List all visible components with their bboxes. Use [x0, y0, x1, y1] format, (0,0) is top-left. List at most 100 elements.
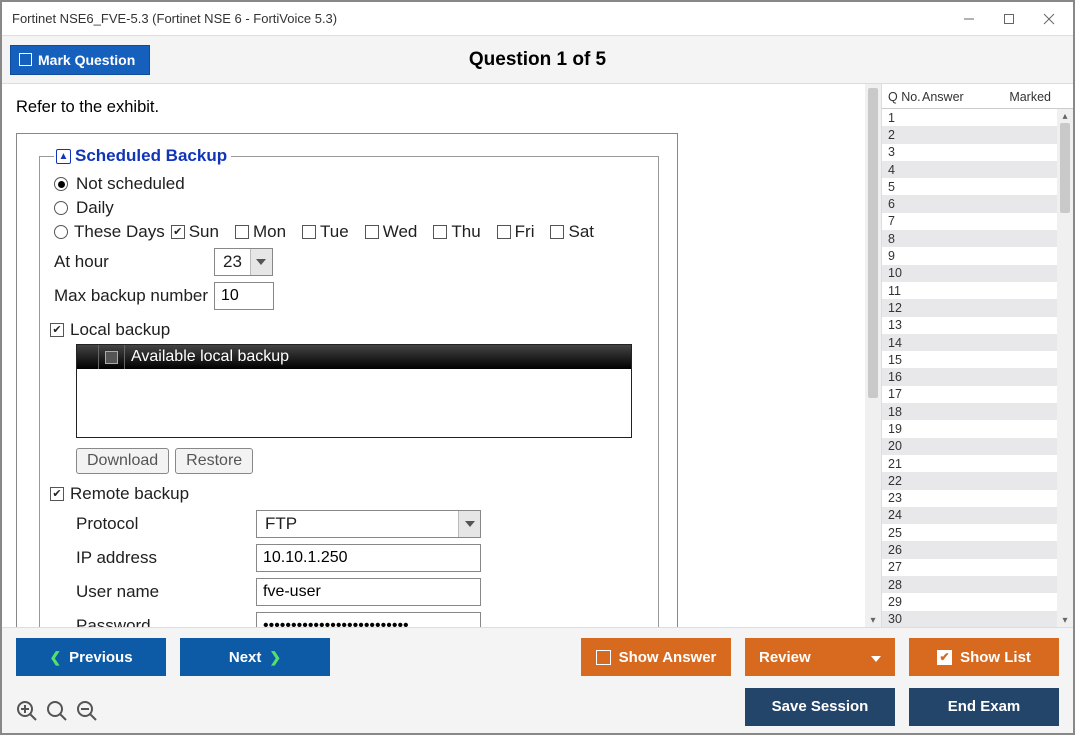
question-list-row[interactable]: 25: [882, 524, 1073, 541]
password-label: Password: [76, 616, 256, 627]
list-scrollbar[interactable]: ▴ ▾: [1057, 109, 1073, 627]
question-list-row[interactable]: 28: [882, 576, 1073, 593]
show-answer-button[interactable]: Show Answer: [581, 638, 731, 676]
day-sat[interactable]: Sat: [550, 222, 594, 242]
ip-row: IP address: [76, 544, 644, 572]
question-list-row[interactable]: 20: [882, 438, 1073, 455]
question-list-row[interactable]: 26: [882, 541, 1073, 558]
zoom-controls: [16, 700, 98, 727]
review-dropdown[interactable]: Review: [745, 638, 895, 676]
ip-label: IP address: [76, 548, 256, 568]
checkbox-icon: [50, 487, 64, 501]
scroll-thumb[interactable]: [868, 88, 878, 398]
ip-input[interactable]: [256, 544, 481, 572]
question-list-row[interactable]: 9: [882, 247, 1073, 264]
option-not-scheduled[interactable]: Not scheduled: [54, 174, 644, 194]
question-list-row[interactable]: 16: [882, 368, 1073, 385]
question-list-row[interactable]: 8: [882, 230, 1073, 247]
option-label: These Days: [74, 222, 165, 242]
question-list-row[interactable]: 27: [882, 559, 1073, 576]
close-button[interactable]: [1029, 4, 1069, 34]
question-list-row[interactable]: 4: [882, 161, 1073, 178]
question-list-row[interactable]: 15: [882, 351, 1073, 368]
show-list-button[interactable]: ✔ Show List: [909, 638, 1059, 676]
question-list-row[interactable]: 24: [882, 507, 1073, 524]
question-list-row[interactable]: 11: [882, 282, 1073, 299]
question-list-row[interactable]: 10: [882, 265, 1073, 282]
scroll-up-icon[interactable]: ▴: [1057, 109, 1073, 123]
content-area: Refer to the exhibit. ▲ Scheduled Backup…: [2, 84, 1073, 627]
question-list-row[interactable]: 3: [882, 144, 1073, 161]
download-button[interactable]: Download: [76, 448, 169, 474]
question-list-row[interactable]: 21: [882, 455, 1073, 472]
checkbox-icon: [105, 351, 118, 364]
zoom-out-icon[interactable]: [76, 700, 98, 727]
question-list-row[interactable]: 6: [882, 195, 1073, 212]
scroll-down-icon[interactable]: ▾: [1057, 613, 1073, 627]
zoom-in-icon[interactable]: [16, 700, 38, 727]
day-fri[interactable]: Fri: [497, 222, 535, 242]
scroll-thumb[interactable]: [1060, 123, 1070, 213]
day-thu[interactable]: Thu: [433, 222, 480, 242]
day-wed[interactable]: Wed: [365, 222, 418, 242]
maximize-button[interactable]: [989, 4, 1029, 34]
next-button[interactable]: Next ❯: [180, 638, 330, 676]
scheduled-backup-fieldset: ▲ Scheduled Backup Not scheduled Daily: [39, 146, 659, 627]
checkbox-icon: [235, 225, 249, 239]
option-label: Not scheduled: [76, 174, 185, 194]
option-these-days[interactable]: [54, 225, 68, 239]
minimize-button[interactable]: [949, 4, 989, 34]
question-list-row[interactable]: 2: [882, 126, 1073, 143]
question-list-row[interactable]: 23: [882, 490, 1073, 507]
save-session-button[interactable]: Save Session: [745, 688, 895, 726]
question-counter: Question 1 of 5: [469, 49, 606, 71]
header-bar: Mark Question Question 1 of 5: [2, 36, 1073, 84]
day-sun[interactable]: Sun: [171, 222, 219, 242]
question-list-row[interactable]: 1: [882, 109, 1073, 126]
question-list-row[interactable]: 5: [882, 178, 1073, 195]
question-list-row[interactable]: 30: [882, 611, 1073, 627]
local-backup-toggle[interactable]: Local backup: [50, 320, 644, 340]
question-list-row[interactable]: 13: [882, 317, 1073, 334]
protocol-dropdown[interactable]: FTP: [256, 510, 481, 538]
col-qno: Q No.: [882, 90, 922, 104]
question-list-row[interactable]: 12: [882, 299, 1073, 316]
question-scrollbar[interactable]: ▴ ▾: [865, 84, 881, 627]
previous-button[interactable]: ❮ Previous: [16, 638, 166, 676]
username-input[interactable]: [256, 578, 481, 606]
table-header: Available local backup: [77, 345, 631, 369]
checkbox-icon: [497, 225, 511, 239]
question-list-row[interactable]: 29: [882, 593, 1073, 610]
checkbox-icon: [50, 323, 64, 337]
at-hour-dropdown[interactable]: 23: [214, 248, 273, 276]
password-input[interactable]: [256, 612, 481, 627]
question-intro: Refer to the exhibit.: [16, 98, 853, 117]
day-mon[interactable]: Mon: [235, 222, 286, 242]
chevron-down-icon: [458, 511, 480, 537]
day-tue[interactable]: Tue: [302, 222, 349, 242]
max-backup-row: Max backup number: [54, 282, 644, 310]
question-list-row[interactable]: 7: [882, 213, 1073, 230]
mark-question-button[interactable]: Mark Question: [10, 45, 150, 75]
option-daily[interactable]: Daily: [54, 198, 644, 218]
remote-backup-toggle[interactable]: Remote backup: [50, 484, 644, 504]
table-col-select[interactable]: [99, 345, 125, 369]
end-exam-button[interactable]: End Exam: [909, 688, 1059, 726]
question-list-row[interactable]: 14: [882, 334, 1073, 351]
username-row: User name: [76, 578, 644, 606]
question-list-row[interactable]: 18: [882, 403, 1073, 420]
question-list-row[interactable]: 22: [882, 472, 1073, 489]
radio-icon: [54, 177, 68, 191]
app-window: Fortinet NSE6_FVE-5.3 (Fortinet NSE 6 - …: [0, 0, 1075, 735]
checkbox-icon: [365, 225, 379, 239]
local-backup-label: Local backup: [70, 320, 170, 340]
zoom-reset-icon[interactable]: [46, 700, 68, 727]
scroll-down-icon[interactable]: ▾: [865, 613, 881, 627]
question-list-row[interactable]: 17: [882, 386, 1073, 403]
collapse-icon[interactable]: ▲: [56, 149, 71, 164]
table-col-expand: [77, 345, 99, 369]
question-list-row[interactable]: 19: [882, 420, 1073, 437]
restore-button[interactable]: Restore: [175, 448, 253, 474]
protocol-label: Protocol: [76, 514, 256, 534]
max-backup-input[interactable]: [214, 282, 274, 310]
